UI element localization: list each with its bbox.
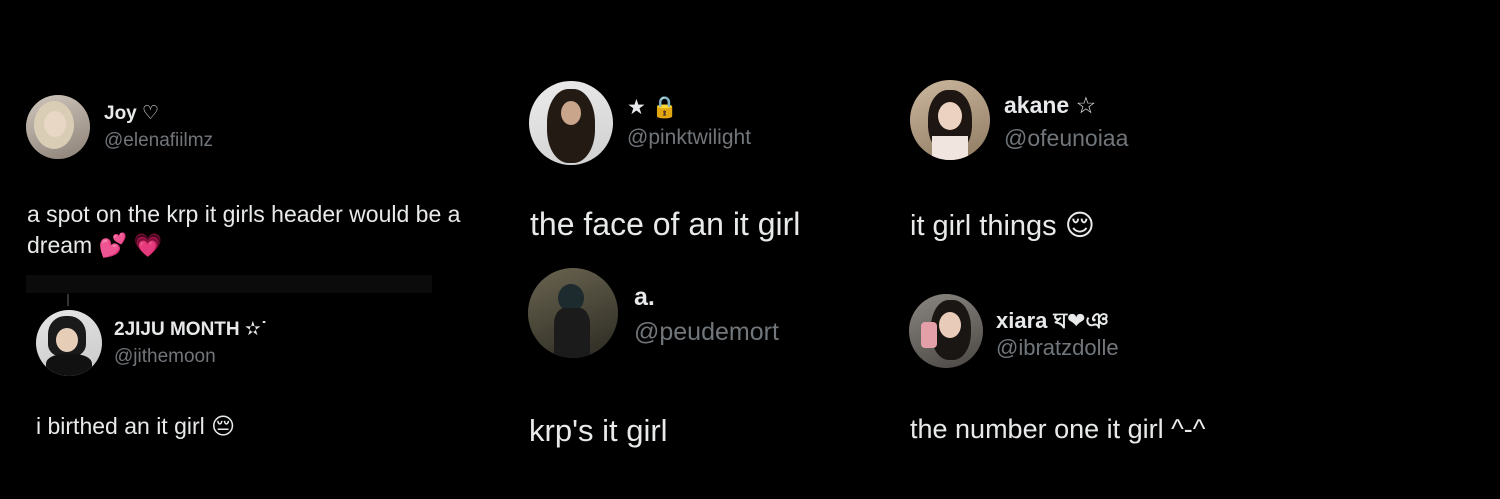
- tweet-text: the number one it girl ^-^: [910, 414, 1206, 444]
- tweet-text: a spot on the krp it girls header would …: [27, 201, 461, 258]
- username[interactable]: @ofeunoiaa: [1004, 125, 1128, 152]
- tweet-text: the face of an it girl: [530, 206, 801, 242]
- username[interactable]: @ibratzdolle: [996, 335, 1119, 361]
- avatar[interactable]: [36, 310, 102, 376]
- username[interactable]: @elenafiilmz: [104, 130, 213, 152]
- username[interactable]: @pinktwilight: [627, 126, 751, 150]
- avatar[interactable]: [26, 95, 90, 159]
- username[interactable]: @jithemoon: [114, 346, 216, 368]
- avatar[interactable]: [909, 294, 983, 368]
- thread-connector: [67, 294, 69, 306]
- username[interactable]: @peudemort: [634, 318, 779, 347]
- display-name[interactable]: akane ☆: [1004, 92, 1096, 119]
- divider: [26, 275, 432, 293]
- tweet-text: it girl things 😌: [910, 210, 1095, 242]
- avatar[interactable]: [529, 81, 613, 165]
- display-name[interactable]: Joy ♡: [104, 102, 159, 125]
- tweet-text: krp's it girl: [529, 413, 668, 448]
- avatar[interactable]: [910, 80, 990, 160]
- display-name[interactable]: 2JIJU MONTH ✫˙: [114, 318, 267, 341]
- avatar[interactable]: [528, 268, 618, 358]
- display-name[interactable]: ★ 🔒: [627, 95, 678, 120]
- display-name[interactable]: a.: [634, 283, 655, 312]
- tweet-text: i birthed an it girl 😔: [36, 413, 236, 439]
